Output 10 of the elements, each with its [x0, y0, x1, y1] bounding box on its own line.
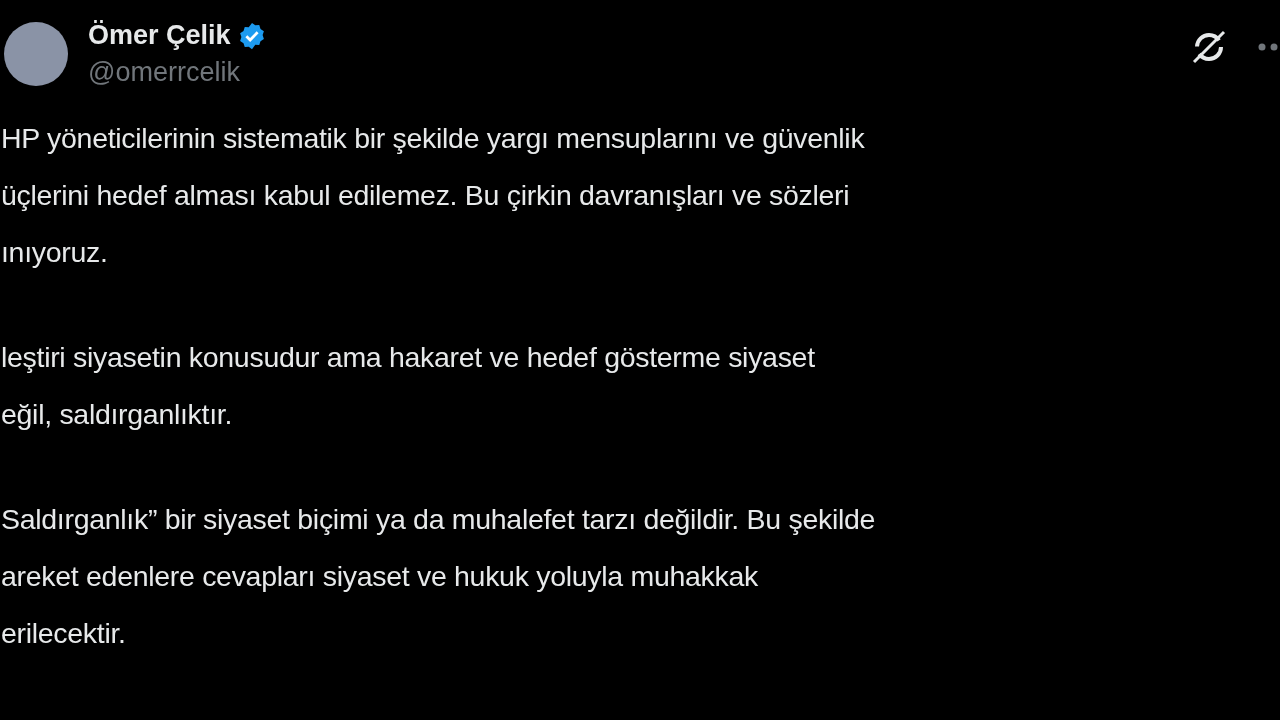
- tweet-text-line: eğil, saldırganlıktır.: [1, 397, 234, 432]
- tweet-text-line: areket edenlere cevapları siyaset ve hukuk yoluyla muhakkak: [1, 559, 759, 594]
- tweet-text-line: erilecektir.: [1, 616, 127, 651]
- tweet-text-line: üçlerini hedef alması kabul edilemez. Bu çirkin davranışları ve sözleri: [1, 178, 851, 213]
- author-name: Ömer Çelik: [88, 20, 231, 51]
- author-handle: @omerrcelik: [88, 57, 241, 88]
- tweet-text-line: HP yöneticilerinin sistematik bir şekilde yargı mensuplarını ve güvenlik: [1, 121, 866, 156]
- tweet-text-line: Saldırganlık” bir siyaset biçimi ya da muhalefet tarzı değildir. Bu şekilde: [1, 502, 877, 537]
- tweet-text-line: ınıyoruz.: [1, 235, 109, 270]
- tweet-text-line: leştiri siyasetin konusudur ama hakaret ve hedef gösterme siyaset: [1, 340, 816, 375]
